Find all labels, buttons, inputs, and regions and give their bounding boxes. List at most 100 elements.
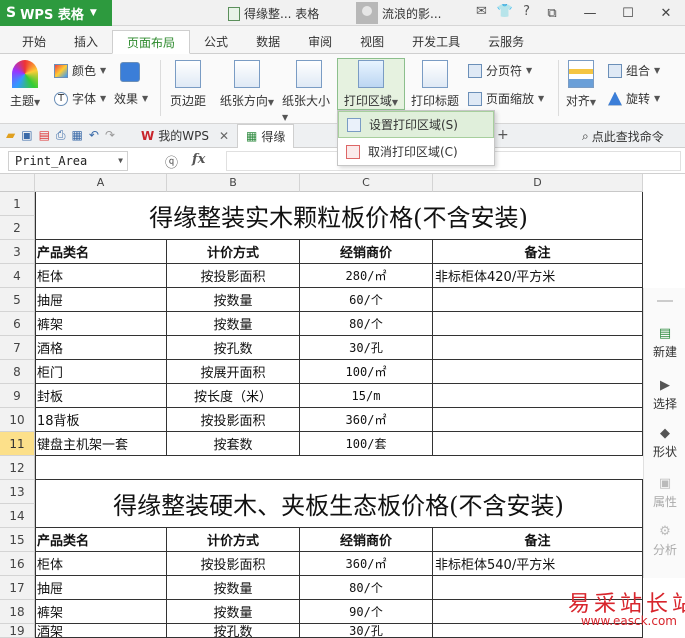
effect-icon-btn[interactable] xyxy=(120,62,140,82)
user-account[interactable]: 流浪的影... xyxy=(356,0,441,26)
table-cell[interactable]: 100/套 xyxy=(300,432,433,456)
table-cell[interactable]: 封板 xyxy=(35,384,167,408)
restore-icon[interactable]: ⧉ xyxy=(533,0,571,26)
table-cell[interactable]: 酒格 xyxy=(35,336,167,360)
side-select-button[interactable]: ▶ 选择 xyxy=(644,378,685,412)
tab-developer[interactable]: 开发工具 xyxy=(398,29,474,53)
panel-handle[interactable] xyxy=(657,300,673,302)
table-cell[interactable]: 360/㎡ xyxy=(300,552,433,576)
row-header[interactable]: 8 xyxy=(0,360,35,384)
group-button[interactable]: 组合 ▼ xyxy=(608,62,660,79)
table-cell[interactable]: 30/孔 xyxy=(300,624,433,638)
row-header[interactable]: 14 xyxy=(0,504,35,528)
table-cell[interactable]: 柜体 xyxy=(35,552,167,576)
side-shape-button[interactable]: ◆ 形状 xyxy=(644,426,685,460)
pdf-icon[interactable]: ▤ xyxy=(39,128,50,143)
zoom-icon[interactable]: ⓠ xyxy=(165,152,178,171)
table-cell[interactable]: 15/m xyxy=(300,384,433,408)
table-header-cell[interactable]: 计价方式 xyxy=(167,240,300,264)
open-folder-icon[interactable]: ▰ xyxy=(6,128,15,143)
row-header[interactable]: 7 xyxy=(0,336,35,360)
row-header[interactable]: 12 xyxy=(0,456,35,480)
effect-button[interactable]: 效果 ▼ xyxy=(114,90,148,107)
paper-size-button[interactable]: 纸张大小▼ xyxy=(282,60,336,123)
tab-insert[interactable]: 插入 xyxy=(60,29,112,53)
table-cell[interactable] xyxy=(433,360,643,384)
table-cell[interactable]: 按长度（米） xyxy=(167,384,300,408)
row-header[interactable]: 10 xyxy=(0,408,35,432)
row-header[interactable]: 9 xyxy=(0,384,35,408)
tab-cloud[interactable]: 云服务 xyxy=(474,29,538,53)
table-cell[interactable]: 裤架 xyxy=(35,312,167,336)
column-header-b[interactable]: B xyxy=(167,174,300,192)
table-cell[interactable]: 按孔数 xyxy=(167,624,300,638)
row-header[interactable]: 1 xyxy=(0,192,35,216)
table-cell[interactable]: 按投影面积 xyxy=(167,552,300,576)
table-cell[interactable]: 非标柜体540/平方米 xyxy=(433,552,643,576)
table-header-cell[interactable]: 产品类名 xyxy=(35,528,167,552)
tab-data[interactable]: 数据 xyxy=(242,29,294,53)
side-new-button[interactable]: ▤ 新建 xyxy=(644,326,685,360)
row-header[interactable]: 5 xyxy=(0,288,35,312)
table-cell[interactable]: 按数量 xyxy=(167,576,300,600)
table-cell[interactable]: 按投影面积 xyxy=(167,264,300,288)
fx-icon[interactable]: fx xyxy=(192,152,205,171)
app-menu-button[interactable]: S WPS 表格 ▼ xyxy=(0,0,112,26)
page-zoom-button[interactable]: 页面缩放 ▼ xyxy=(468,90,544,107)
tab-current-document[interactable]: ▦ 得缘 xyxy=(237,123,295,148)
tab-formulas[interactable]: 公式 xyxy=(190,29,242,53)
table-header-cell[interactable]: 备注 xyxy=(433,240,643,264)
side-properties-button[interactable]: ▣ 属性 xyxy=(644,476,685,510)
table-cell[interactable]: 280/㎡ xyxy=(300,264,433,288)
table-cell[interactable]: 按孔数 xyxy=(167,336,300,360)
table-cell[interactable]: 柜门 xyxy=(35,360,167,384)
save-icon[interactable]: ▣ xyxy=(21,128,32,143)
row-header[interactable]: 19 xyxy=(0,624,35,638)
orientation-button[interactable]: 纸张方向▼ xyxy=(214,60,280,109)
help-icon[interactable]: ? xyxy=(523,4,530,19)
table-header-cell[interactable]: 经销商价 xyxy=(300,528,433,552)
cancel-print-area-item[interactable]: 取消打印区域(C) xyxy=(338,138,494,165)
table-cell[interactable]: 30/孔 xyxy=(300,336,433,360)
redo-icon[interactable]: ↷ xyxy=(105,128,115,143)
table-cell[interactable] xyxy=(433,432,643,456)
page-break-button[interactable]: 分页符 ▼ xyxy=(468,62,532,79)
row-header[interactable]: 6 xyxy=(0,312,35,336)
table-cell[interactable]: 按投影面积 xyxy=(167,408,300,432)
tab-home[interactable]: 开始 xyxy=(8,29,60,53)
close-tab-icon[interactable]: ✕ xyxy=(219,129,229,143)
row-header[interactable]: 15 xyxy=(0,528,35,552)
side-analysis-button[interactable]: ⚙ 分析 xyxy=(644,524,685,558)
add-tab-icon[interactable]: + xyxy=(497,127,509,143)
skin-icon[interactable]: 👕 xyxy=(497,4,513,19)
preview-icon[interactable]: ▦ xyxy=(72,128,83,143)
table-cell[interactable] xyxy=(433,336,643,360)
font-button[interactable]: T 字体 ▼ xyxy=(54,90,106,107)
rotate-button[interactable]: 旋转 ▼ xyxy=(608,90,660,107)
print-area-button[interactable]: 打印区域▼ xyxy=(338,60,404,109)
close-icon[interactable]: ✕ xyxy=(647,0,685,26)
table-cell[interactable]: 抽屉 xyxy=(35,576,167,600)
row-header[interactable]: 17 xyxy=(0,576,35,600)
print-icon[interactable]: ⎙ xyxy=(56,128,66,143)
set-print-area-item[interactable]: 设置打印区域(S) xyxy=(338,111,494,138)
row-header[interactable]: 18 xyxy=(0,600,35,624)
print-titles-button[interactable]: 打印标题 xyxy=(408,60,462,109)
align-button[interactable]: 对齐▼ xyxy=(564,60,598,109)
margins-button[interactable]: 页边距 xyxy=(166,60,210,109)
table-cell[interactable]: 60/个 xyxy=(300,288,433,312)
table-cell[interactable]: 80/个 xyxy=(300,312,433,336)
minimize-icon[interactable]: — xyxy=(571,0,609,26)
table-header-cell[interactable]: 产品类名 xyxy=(35,240,167,264)
table-cell[interactable]: 360/㎡ xyxy=(300,408,433,432)
color-button[interactable]: 颜色 ▼ xyxy=(54,62,106,79)
table-cell[interactable] xyxy=(433,312,643,336)
table-cell[interactable]: 按数量 xyxy=(167,600,300,624)
blank-row[interactable] xyxy=(35,456,643,480)
name-box[interactable]: Print_Area ▼ xyxy=(8,151,128,171)
tab-page-layout[interactable]: 页面布局 xyxy=(112,30,191,54)
table-header-cell[interactable]: 经销商价 xyxy=(300,240,433,264)
table-cell[interactable]: 90/个 xyxy=(300,600,433,624)
table-cell[interactable]: 按数量 xyxy=(167,312,300,336)
table-cell[interactable] xyxy=(433,408,643,432)
